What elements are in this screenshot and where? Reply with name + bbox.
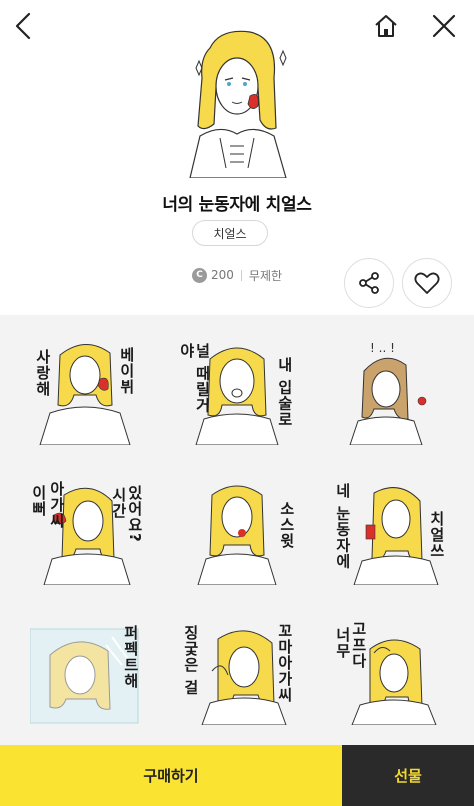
sticker-caption: 아가씨 [47,481,66,529]
sticker-caption: 이뻐 [29,485,48,517]
share-button[interactable] [344,258,394,308]
sticker-caption: 징궃은 걸 [181,625,200,696]
sticker-detail-page: 너의 눈동자에 치얼스 치얼스 C 200 무제한 사랑해 베이뷔 널 때릴거야… [0,0,474,806]
sticker-hero-image [170,28,304,179]
sticker-caption: 너무 [333,627,352,659]
home-icon [375,15,397,37]
sticker-title: 너의 눈동자에 치얼스 [162,195,312,215]
share-icon [359,272,379,294]
bottom-action-bar: 구매하기 선물 [0,745,474,806]
gift-button[interactable]: 선물 [342,745,474,806]
sticker-grid: 사랑해 베이뷔 널 때릴거야 내 입술로 ! .. ! 이뻐 아가씨 시간 있어… [0,315,474,745]
sticker-caption: 시간 [109,487,128,519]
sticker-caption: 있어요? [125,485,144,543]
validity-label: 무제한 [248,268,283,283]
sticker-caption: 소스윗 [277,501,296,549]
sticker-caption: 널 때릴거야 [177,343,212,414]
buy-button[interactable]: 구매하기 [0,745,342,806]
sticker-caption: 내 입술로 [275,357,294,428]
sticker-caption: 퍼펙트해 [121,625,140,689]
coin-icon: C [192,267,207,283]
close-icon [432,14,456,38]
sticker-caption: 치얼쓰 [427,511,446,559]
sticker-caption: 꼬마아가씨 [275,623,294,703]
price-info: C 200 무제한 [192,266,282,284]
home-button[interactable] [368,8,404,44]
sticker-item[interactable] [182,475,292,585]
like-button[interactable] [402,258,452,308]
author-chip[interactable]: 치얼스 [192,220,268,246]
sticker-caption: ! .. ! [370,341,395,355]
sticker-caption: 네 눈동자에 [333,483,352,570]
sticker-caption: 사랑해 [33,349,52,397]
sticker-caption: 고프다 [349,621,368,669]
sticker-caption: 베이뷔 [117,347,136,395]
close-button[interactable] [426,8,462,44]
price-value: 200 [211,268,234,282]
back-button[interactable] [6,8,42,44]
heart-icon [414,272,440,294]
chevron-left-icon [15,12,31,40]
divider [240,269,242,281]
